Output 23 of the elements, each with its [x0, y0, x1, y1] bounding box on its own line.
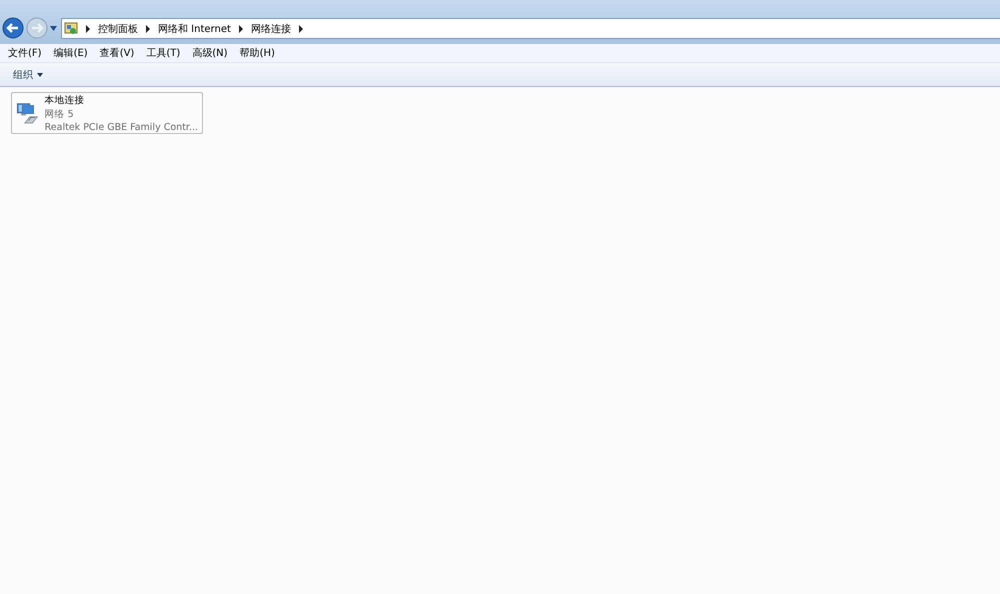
connection-tile[interactable]: 本地连接 网络 5 Realtek PCIe GBE Family Contr... — [11, 92, 203, 134]
breadcrumb-item[interactable]: 网络连接 — [250, 22, 291, 36]
chevron-icon[interactable] — [84, 24, 92, 32]
chevron-icon[interactable] — [144, 24, 152, 32]
menu-item[interactable]: 查看(V) — [100, 46, 134, 60]
network-name: 网络 5 — [44, 108, 75, 120]
caret-icon — [37, 72, 43, 76]
address-bar[interactable]: 控制面板 网络和 Internet 网络连接 — [61, 18, 1000, 39]
menu-item[interactable]: 文件(F) — [8, 46, 42, 60]
dropdown-icon[interactable] — [50, 26, 57, 30]
breadcrumb-item[interactable]: 控制面板 — [98, 22, 138, 36]
menu-item[interactable]: 高级(N) — [192, 46, 228, 60]
back-icon[interactable] — [2, 17, 24, 39]
menu-item[interactable]: 编辑(E) — [54, 46, 88, 60]
chevron-icon[interactable] — [236, 24, 245, 32]
connection-name: 本地连接 — [44, 94, 86, 106]
organize-button[interactable]: 组织 — [8, 66, 48, 84]
menu-item[interactable]: 帮助(H) — [240, 46, 275, 60]
menu-item[interactable]: 工具(T) — [146, 46, 180, 60]
chevron-icon[interactable] — [296, 24, 305, 32]
breadcrumb-item[interactable]: 网络和 Internet — [158, 22, 231, 36]
control-panel-icon — [64, 22, 78, 36]
adapter-name: Realtek PCIe GBE Family Contr... — [44, 122, 198, 132]
